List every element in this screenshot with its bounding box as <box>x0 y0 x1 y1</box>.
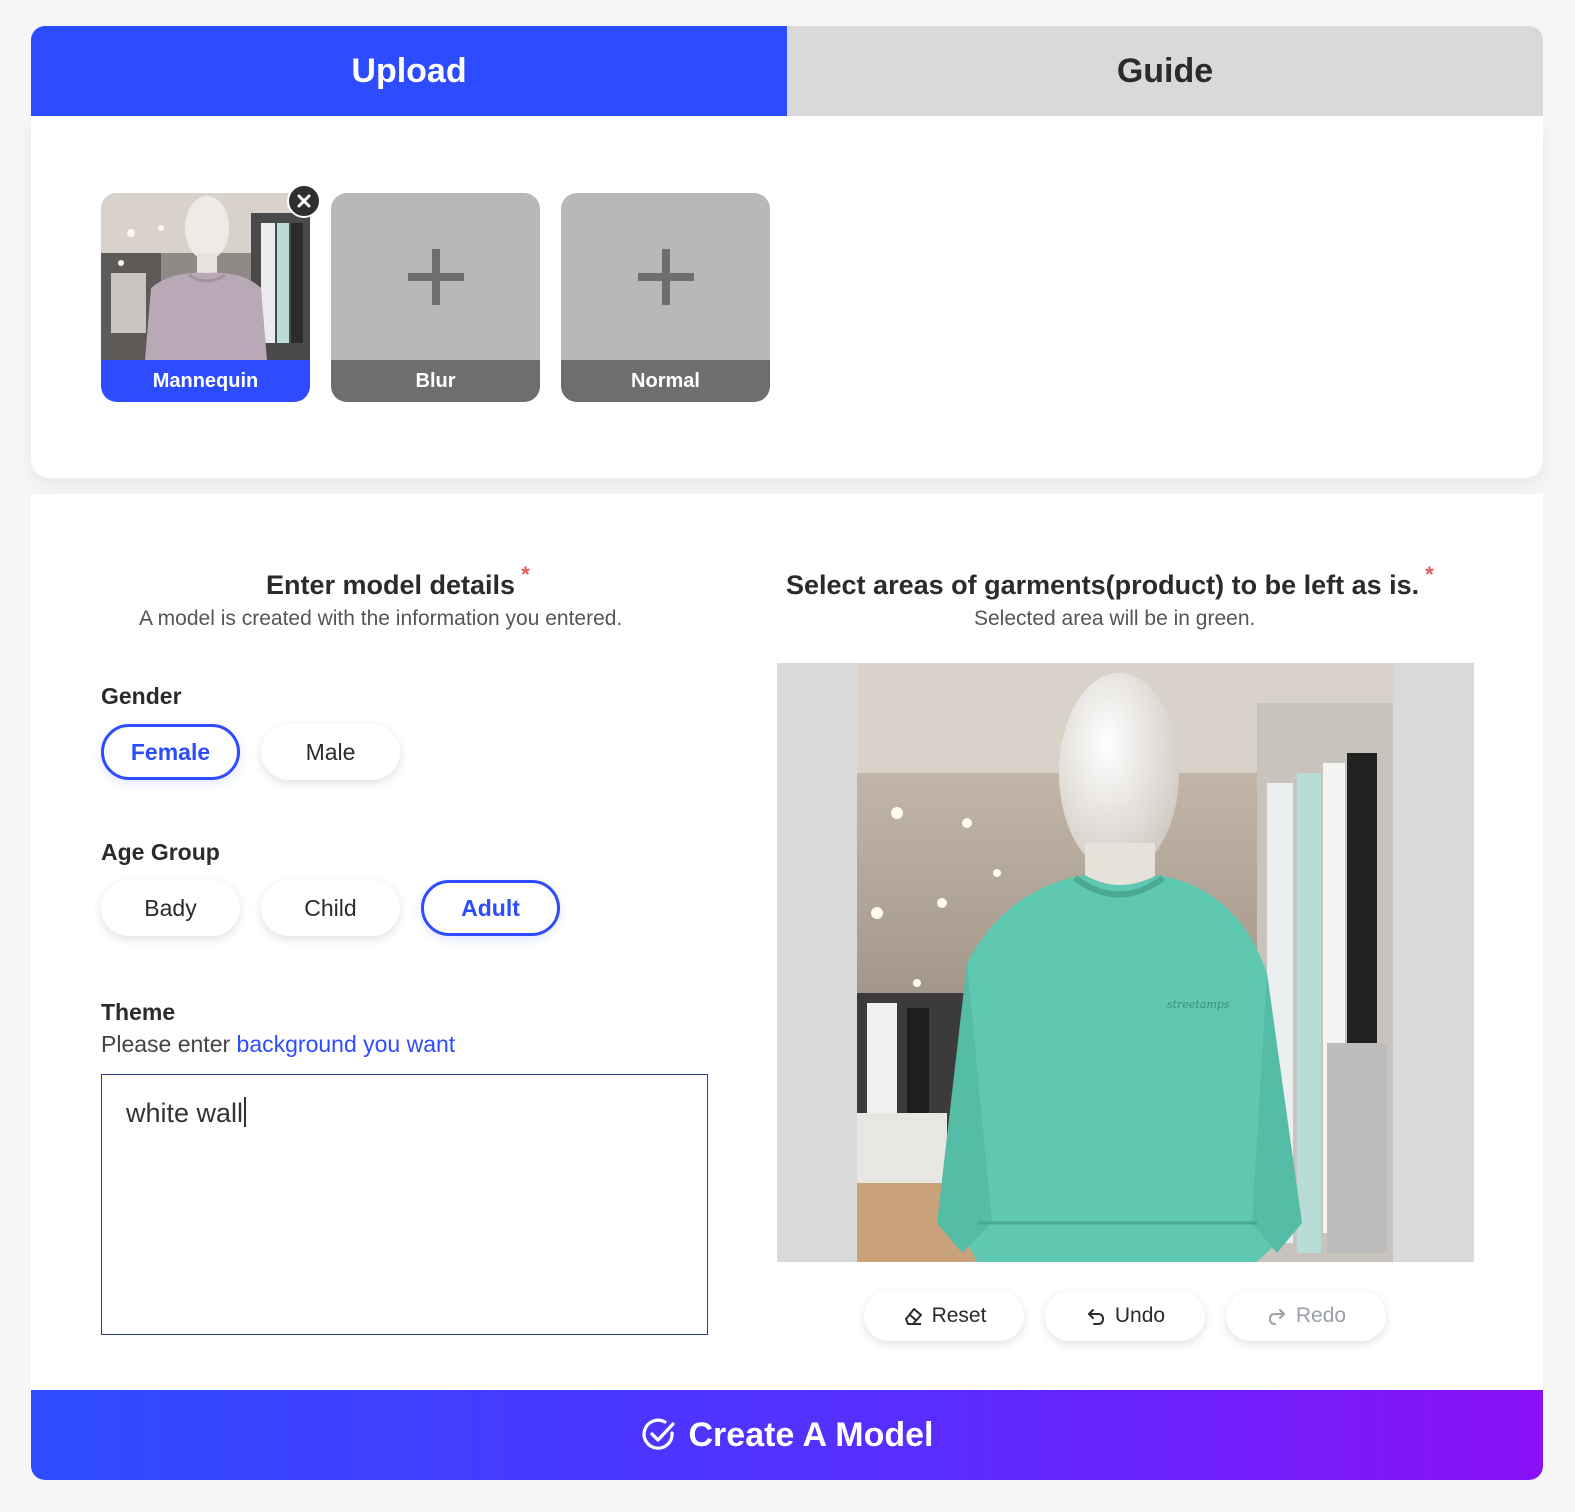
age-option-baby[interactable]: Bady <box>101 880 240 936</box>
reset-button-label: Reset <box>931 1304 987 1327</box>
garment-select-title-text: Select areas of garments(product) to be … <box>786 570 1420 600</box>
garment-selection-canvas[interactable]: streetamps <box>777 663 1474 1262</box>
undo-icon <box>1087 1309 1104 1325</box>
upload-slot-mannequin-label: Mannequin <box>101 360 310 402</box>
undo-button-label: Undo <box>1114 1304 1166 1327</box>
garment-select-subtitle: Selected area will be in green. <box>974 607 1256 630</box>
tab-guide-label: Guide <box>1116 51 1214 90</box>
undo-button[interactable]: Undo <box>1045 1291 1205 1341</box>
tab-guide[interactable]: Guide <box>787 26 1543 116</box>
plus-icon <box>561 193 770 360</box>
required-mark: * <box>521 562 530 587</box>
tab-bar: Upload Guide <box>31 26 1543 116</box>
theme-hint-link[interactable]: background you want <box>237 1031 456 1057</box>
upload-slot-mannequin[interactable]: Mannequin <box>101 193 310 402</box>
gender-option-female-label: Female <box>130 738 211 765</box>
age-option-adult[interactable]: Adult <box>421 880 560 936</box>
age-option-baby-label: Bady <box>144 894 197 921</box>
required-mark: * <box>1425 562 1434 587</box>
theme-input-value: white wall <box>126 1098 244 1128</box>
theme-input[interactable]: white wall <box>101 1074 708 1335</box>
upload-slot-normal-label: Normal <box>561 360 770 402</box>
mannequin-photo: streetamps <box>857 663 1393 1262</box>
plus-icon <box>331 193 540 360</box>
theme-hint-text: Please enter <box>101 1031 237 1057</box>
remove-image-button[interactable] <box>287 184 321 218</box>
reset-button[interactable]: Reset <box>864 1291 1024 1341</box>
redo-button-label: Redo <box>1295 1304 1347 1327</box>
theme-hint: Please enter background you want <box>101 1031 455 1058</box>
mannequin-thumbnail-image <box>101 193 310 360</box>
garment-select-title: Select areas of garments(product) to be … <box>786 562 1434 601</box>
gender-option-female[interactable]: Female <box>101 724 240 780</box>
model-settings-card: Enter model details * A model is created … <box>31 494 1543 1480</box>
upload-panel: Mannequin Blur Normal <box>31 116 1543 478</box>
gender-option-male[interactable]: Male <box>261 724 400 780</box>
svg-text:streetamps: streetamps <box>1167 998 1230 1011</box>
redo-button[interactable]: Redo <box>1226 1291 1386 1341</box>
text-caret <box>244 1097 246 1127</box>
upload-slot-normal[interactable]: Normal <box>561 193 770 402</box>
theme-label: Theme <box>101 999 176 1025</box>
app-root: Upload Guide Mannequin Blur Normal Enter… <box>31 26 1543 1480</box>
close-icon <box>297 194 311 208</box>
check-circle-icon <box>642 1418 675 1450</box>
tab-upload-label: Upload <box>351 51 467 90</box>
age-group-label: Age Group <box>101 839 220 865</box>
gender-label: Gender <box>101 683 182 709</box>
age-option-child-label: Child <box>304 894 357 921</box>
age-option-child[interactable]: Child <box>261 880 400 936</box>
create-model-button-label: Create A Model <box>688 1415 934 1454</box>
model-details-title-text: Enter model details <box>266 570 516 600</box>
redo-icon <box>1268 1309 1285 1325</box>
model-details-title: Enter model details * <box>266 562 530 601</box>
create-model-button[interactable]: Create A Model <box>31 1390 1543 1480</box>
tab-upload[interactable]: Upload <box>31 26 787 116</box>
upload-slot-blur-label: Blur <box>331 360 540 402</box>
age-option-adult-label: Adult <box>461 894 520 921</box>
model-details-subtitle: A model is created with the information … <box>139 607 623 630</box>
gender-option-male-label: Male <box>305 738 356 765</box>
upload-slot-blur[interactable]: Blur <box>331 193 540 402</box>
eraser-icon <box>904 1308 922 1325</box>
